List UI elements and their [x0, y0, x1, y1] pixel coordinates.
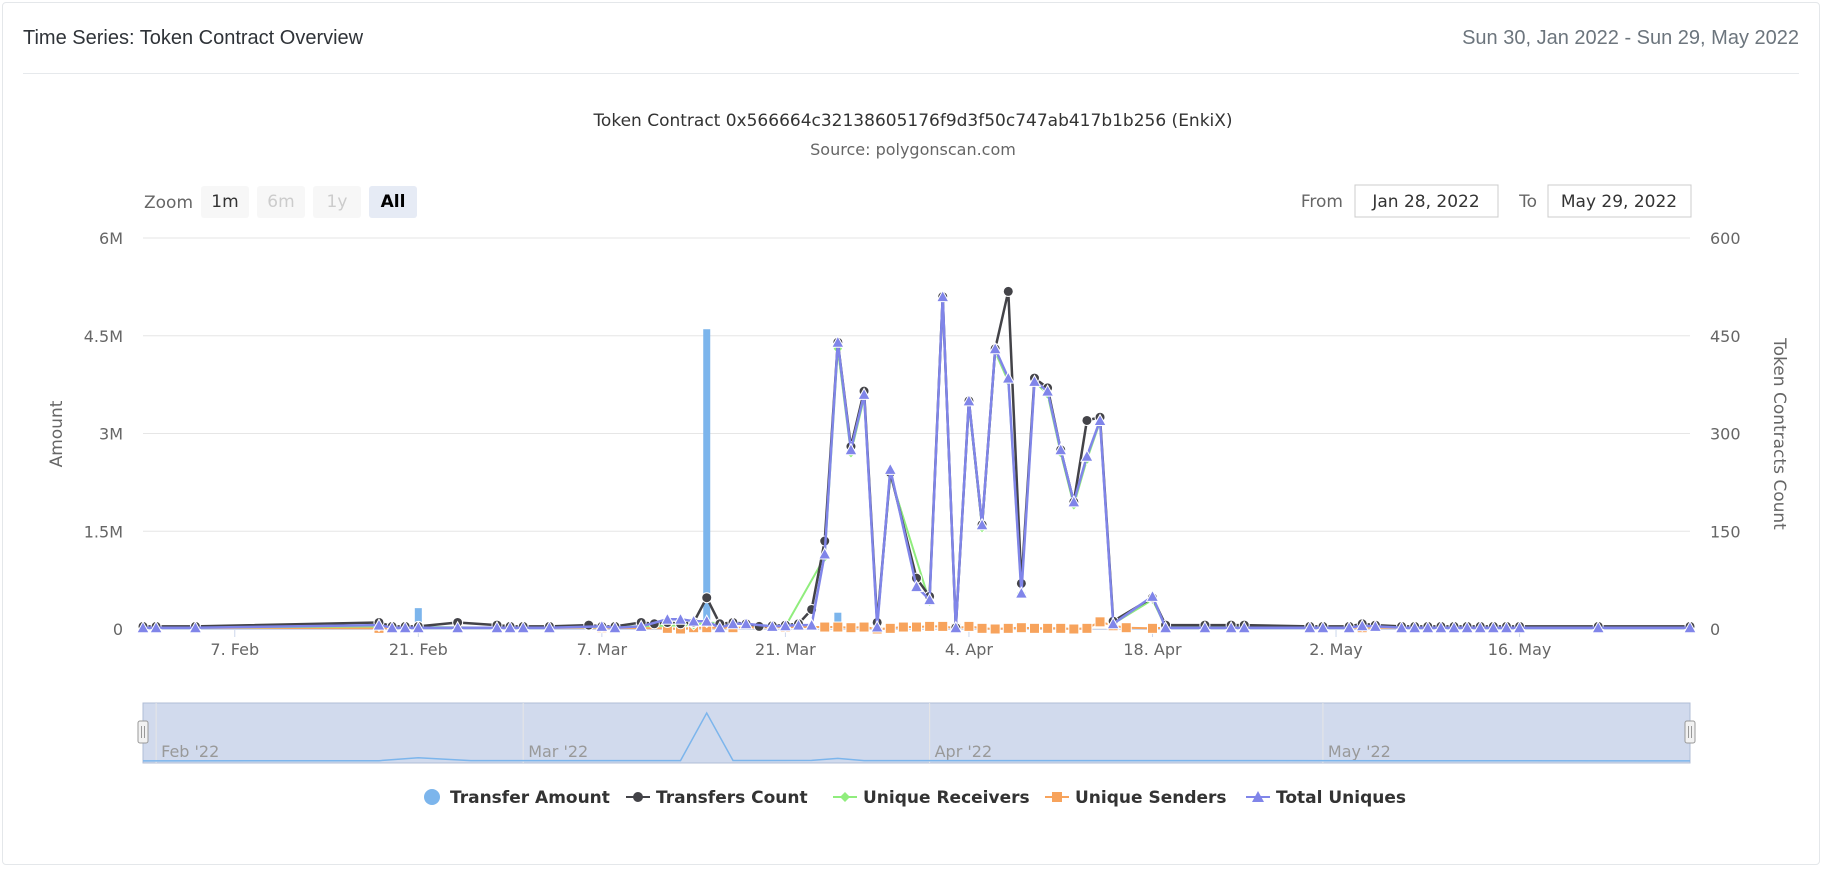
unique-senders-point [1068, 623, 1080, 635]
navigator-month-label: Feb '22 [161, 742, 219, 761]
series-layer [136, 285, 1697, 635]
grid-lines [143, 237, 1690, 630]
x-tick-label: 21. Feb [389, 640, 448, 659]
zoom-6m-label: 6m [267, 192, 294, 212]
legend-symbol [424, 789, 440, 805]
navigator-right-handle [1684, 720, 1696, 744]
total-uniques-point [883, 462, 898, 475]
navigator-left-handle [137, 720, 149, 744]
x-tick-label: 2. May [1309, 640, 1362, 659]
unique-senders-point [845, 622, 857, 634]
y-axis-right-title: Token Contracts Count [1769, 337, 1789, 530]
from-label: From [1301, 192, 1343, 212]
transfer-amount-bar [703, 329, 711, 629]
y-left-tick-label: 1.5M [84, 522, 123, 541]
legend-label: Unique Receivers [863, 788, 1030, 808]
legend-item[interactable]: Transfer Amount [424, 788, 610, 808]
unique-senders-point [963, 620, 975, 632]
y-left-tick-label: 6M [99, 229, 123, 248]
unique-senders-point [832, 621, 844, 633]
transfers-count-point [701, 592, 713, 604]
unique-senders-point [924, 620, 936, 632]
y-left-tick-label: 0 [113, 620, 123, 639]
unique-senders-point [1146, 622, 1158, 634]
y-axis-left: 0 1.5M 3M 4.5M 6M [84, 229, 123, 639]
to-label: To [1518, 192, 1537, 212]
y-right-tick-label: 300 [1710, 425, 1741, 444]
legend: Transfer Amount Transfers Count Unique Rec… [424, 788, 1406, 808]
unique-senders-point [897, 621, 909, 633]
transfers-count-point [1081, 414, 1093, 426]
legend-item[interactable]: Transfers Count [626, 788, 808, 808]
zoom-all-label: All [381, 192, 406, 212]
x-tick-label: 21. Mar [755, 640, 816, 659]
y-right-tick-label: 0 [1710, 620, 1720, 639]
unique-senders-point [911, 621, 922, 633]
range-selector: Zoom 1m 6m 1y All From Jan 28, 2022 To M… [144, 184, 1692, 218]
legend-label: Unique Senders [1075, 788, 1227, 808]
legend-symbol [633, 792, 643, 802]
unique-senders-point [976, 622, 988, 634]
unique-senders-point [1042, 622, 1054, 634]
legend-label: Transfer Amount [450, 788, 610, 808]
x-tick-label: 18. Apr [1123, 640, 1182, 659]
y-left-tick-label: 4.5M [84, 327, 123, 346]
unique-senders-point [989, 623, 1001, 635]
x-tick-label: 16. May [1488, 640, 1552, 659]
transfers-count-point [1002, 285, 1014, 297]
unique-senders-point [1015, 622, 1027, 634]
legend-item[interactable]: Unique Receivers [833, 788, 1030, 808]
x-tick-label: 7. Feb [210, 640, 259, 659]
y-left-tick-label: 3M [99, 425, 123, 444]
unique-senders-point [1120, 622, 1132, 634]
total-uniques-point [817, 547, 832, 560]
y-right-tick-label: 450 [1710, 327, 1741, 346]
unique-senders-point [1002, 622, 1014, 634]
navigator-month-label: Apr '22 [935, 742, 993, 761]
unique-senders-point [858, 621, 870, 633]
unique-senders-point [937, 620, 949, 632]
zoom-1m-label: 1m [211, 192, 238, 212]
x-tick-label: 4. Apr [945, 640, 993, 659]
y-right-tick-label: 600 [1710, 229, 1741, 248]
legend-item[interactable]: Total Uniques [1246, 788, 1406, 808]
navigator-window [142, 702, 1691, 764]
legend-symbol [1052, 792, 1062, 802]
legend-symbol [840, 792, 850, 802]
x-tick-label: 7. Mar [577, 640, 628, 659]
unique-senders-point [1081, 622, 1093, 634]
token-contract-chart: Token Contract 0x566664c32138605176f9d3f… [47, 111, 1789, 808]
zoom-label: Zoom [144, 193, 193, 213]
transfers-count-point [583, 619, 595, 631]
chart-subtitle: Source: polygonscan.com [810, 140, 1016, 159]
legend-item[interactable]: Unique Senders [1045, 788, 1227, 808]
unique-senders-point [884, 622, 896, 634]
chart-title: Token Contract 0x566664c32138605176f9d3f… [592, 111, 1232, 131]
unique-senders-point [1094, 616, 1106, 628]
y-right-tick-label: 150 [1710, 522, 1741, 541]
legend-label: Total Uniques [1276, 788, 1406, 808]
unique-senders-point [1028, 622, 1040, 634]
unique-senders-point [1055, 622, 1067, 634]
unique-senders-point [819, 621, 831, 633]
to-date-value: May 29, 2022 [1561, 192, 1677, 212]
navigator-month-label: May '22 [1328, 742, 1391, 761]
legend-label: Transfers Count [656, 788, 808, 808]
navigator-month-label: Mar '22 [528, 742, 588, 761]
zoom-1y-label: 1y [327, 192, 348, 212]
y-axis-left-title: Amount [47, 400, 67, 467]
from-date-value: Jan 28, 2022 [1371, 192, 1479, 212]
navigator[interactable]: Feb '22 Mar '22 Apr '22 May '22 [137, 702, 1696, 764]
y-axis-right: 0 150 300 450 600 [1710, 229, 1741, 639]
